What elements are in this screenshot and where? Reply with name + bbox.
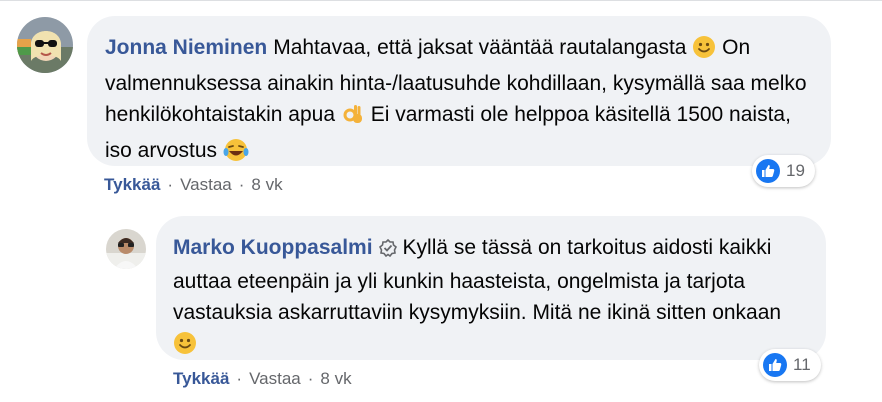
reaction-counter[interactable]: 11 — [759, 349, 821, 381]
top-divider — [0, 0, 882, 1]
reaction-count: 11 — [793, 355, 811, 374]
separator: · — [238, 175, 245, 194]
reaction-counter[interactable]: 19 — [752, 155, 815, 187]
separator: · — [307, 369, 314, 388]
separator: · — [236, 369, 243, 388]
reply-link[interactable]: Vastaa — [249, 369, 301, 388]
reaction-count: 19 — [786, 161, 805, 180]
comment-bubble: Marko Kuoppasalmi Kyllä se tässä on tark… — [156, 216, 826, 360]
comment-actions: Tykkää · Vastaa · 8 vk — [104, 175, 283, 195]
slightly-smiling-face-icon — [173, 331, 197, 364]
timestamp[interactable]: 8 vk — [320, 369, 351, 388]
comment-text: Mahtavaa, että jaksat vääntää rautalanga… — [273, 36, 687, 59]
like-reaction-icon — [756, 159, 780, 183]
timestamp[interactable]: 8 vk — [251, 175, 282, 194]
reply-link[interactable]: Vastaa — [180, 175, 232, 194]
avatar[interactable] — [17, 17, 73, 73]
comment-author[interactable]: Marko Kuoppasalmi — [173, 236, 373, 259]
comment-author[interactable]: Jonna Nieminen — [105, 36, 267, 59]
tears-of-joy-icon — [223, 138, 249, 171]
comment-actions: Tykkää · Vastaa · 8 vk — [173, 369, 352, 389]
slightly-smiling-face-icon — [692, 35, 716, 68]
like-link[interactable]: Tykkää — [173, 369, 229, 388]
ok-hand-icon — [341, 102, 365, 135]
separator: · — [167, 175, 174, 194]
verified-badge-icon — [378, 235, 397, 266]
like-link[interactable]: Tykkää — [104, 175, 160, 194]
like-reaction-icon — [763, 353, 787, 377]
avatar[interactable] — [106, 229, 146, 269]
comment-bubble: Jonna Nieminen Mahtavaa, että jaksat vään… — [87, 16, 831, 166]
